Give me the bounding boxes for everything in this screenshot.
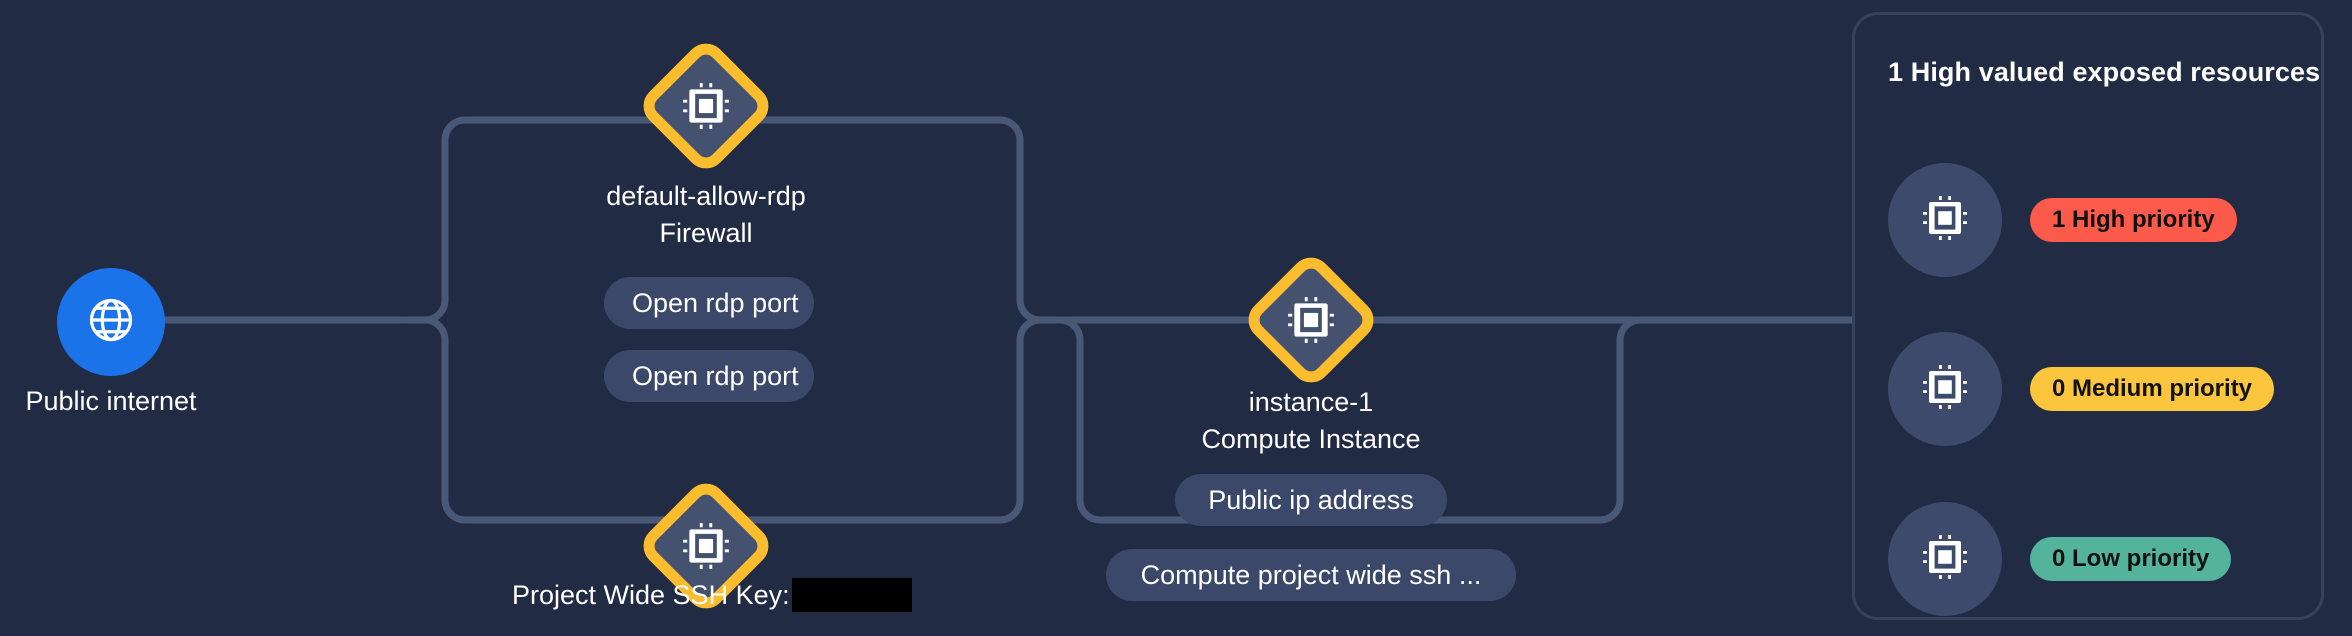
public-internet-label: Public internet [25,386,197,416]
chip-compute-project-wide-ssh[interactable]: Compute project wide ssh ... [1106,549,1516,601]
node-firewall-caption: default-allow-rdp Firewall [556,178,856,252]
ssh-key-label: Project Wide SSH Key: [512,580,790,610]
public-internet-node[interactable] [57,268,165,376]
cpu-chip-icon [1921,194,1969,247]
ssh-key-redaction [791,578,912,612]
chip-public-ip-address[interactable]: Public ip address [1175,474,1447,526]
status-badge-medium[interactable]: 0 Medium priority [2030,367,2275,411]
panel-row-high[interactable]: 1 High priority [1888,163,2237,277]
cpu-chip-icon [1243,252,1379,388]
resource-avatar [1888,163,2002,277]
resource-avatar [1888,332,2002,446]
ssh-key-caption: Project Wide SSH Key: [512,578,912,612]
status-badge-low[interactable]: 0 Low priority [2030,537,2232,581]
resource-avatar [1888,502,2002,616]
node-firewall-name: default-allow-rdp [606,181,806,211]
globe-icon [85,294,137,351]
status-badge-high[interactable]: 1 High priority [2030,198,2237,242]
exposed-resources-panel: 1 High valued exposed resources 1 High p… [1852,12,2324,620]
cpu-chip-icon [1921,533,1969,586]
panel-row-low[interactable]: 0 Low priority [1888,502,2232,616]
panel-row-medium[interactable]: 0 Medium priority [1888,332,2275,446]
cpu-chip-icon [638,38,774,174]
chip-open-rdp-port-2[interactable]: Open rdp port [604,350,814,402]
node-instance-name: instance-1 [1248,387,1374,417]
node-instance-caption: instance-1 Compute Instance [1161,384,1461,458]
node-compute-instance[interactable] [1240,249,1382,391]
cpu-chip-icon [1921,363,1969,416]
node-firewall[interactable] [635,35,777,177]
node-instance-type: Compute Instance [1201,424,1421,454]
panel-title: 1 High valued exposed resources [1888,57,2321,87]
chip-open-rdp-port-1[interactable]: Open rdp port [604,277,814,329]
node-firewall-type: Firewall [659,218,753,248]
attack-path-diagram: Public internet default-allow-rdp Firewa… [0,0,2352,636]
